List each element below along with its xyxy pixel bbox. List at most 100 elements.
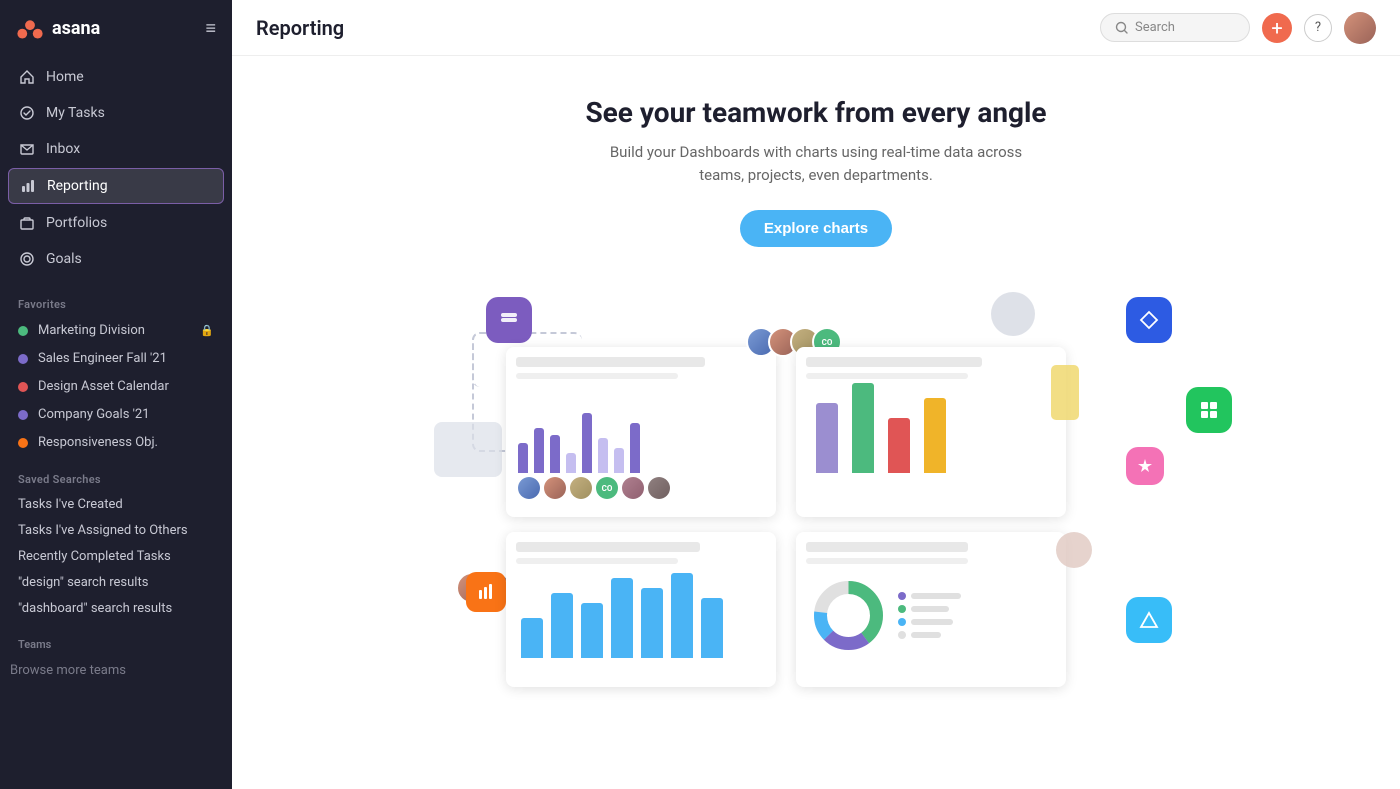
topbar: Reporting Search + ?: [232, 0, 1400, 56]
card3-header: [516, 542, 700, 552]
hero-subtitle: Build your Dashboards with charts using …: [606, 141, 1026, 186]
bbar-6: [671, 573, 693, 658]
card2-subheader: [806, 373, 968, 379]
ghost-card: [434, 422, 502, 477]
favorite-dot: [18, 410, 28, 420]
help-button[interactable]: ?: [1304, 14, 1332, 42]
saved-search-tasks-created[interactable]: Tasks I've Created: [8, 492, 224, 517]
color-bar-chart: [796, 383, 1066, 473]
sidebar-header: asana ≡: [0, 0, 232, 56]
favorite-dot: [18, 354, 28, 364]
search-bar[interactable]: Search: [1100, 13, 1250, 42]
float-icon-green-grid: [1186, 387, 1232, 433]
hamburger-icon[interactable]: ≡: [205, 18, 216, 39]
saved-search-tasks-assigned-label: Tasks I've Assigned to Others: [18, 523, 188, 538]
mini-avatar-3: [570, 477, 592, 499]
legend-row-1: [898, 592, 961, 600]
yellow-card: [1051, 365, 1079, 420]
favorite-sales[interactable]: Sales Engineer Fall '21: [8, 345, 224, 372]
orange-icon-symbol: [476, 582, 496, 602]
bbar-3: [581, 603, 603, 658]
favorite-marketing-label: Marketing Division: [38, 323, 145, 338]
cbar-4: [924, 398, 946, 473]
card1-header: [516, 357, 705, 367]
legend-row-4: [898, 631, 961, 639]
saved-searches-list: Tasks I've Created Tasks I've Assigned t…: [0, 492, 232, 622]
legend-dot-2: [898, 605, 906, 613]
favorite-design-label: Design Asset Calendar: [38, 379, 169, 394]
main-content: Reporting Search + ? See your teamwork f…: [232, 0, 1400, 789]
sidebar-item-goals-label: Goals: [46, 251, 82, 267]
card4-subheader: [806, 558, 968, 564]
sidebar-item-inbox[interactable]: Inbox: [8, 132, 224, 166]
goals-icon: [18, 250, 36, 268]
content-area: See your teamwork from every angle Build…: [232, 56, 1400, 789]
home-icon: [18, 68, 36, 86]
ghost-avatar-tr: [991, 292, 1035, 336]
sidebar: asana ≡ Home My Tasks Inbox: [0, 0, 232, 789]
browse-more-teams[interactable]: Browse more teams: [0, 657, 232, 684]
sidebar-item-portfolios[interactable]: Portfolios: [8, 206, 224, 240]
legend-bar-3: [911, 619, 953, 625]
asana-logo[interactable]: asana: [16, 14, 100, 42]
mini-avatar-1: [518, 477, 540, 499]
donut-chart-area: [796, 568, 1066, 663]
legend-dot-3: [898, 618, 906, 626]
check-circle-icon: [18, 104, 36, 122]
donut-chart-svg: [811, 578, 886, 653]
saved-search-recently-completed-label: Recently Completed Tasks: [18, 549, 171, 564]
cbar-2: [852, 383, 874, 473]
favorite-design[interactable]: Design Asset Calendar: [8, 373, 224, 400]
add-button[interactable]: +: [1262, 13, 1292, 43]
dashboard-card-3: [506, 532, 776, 687]
bbar-4: [611, 578, 633, 658]
sidebar-item-home[interactable]: Home: [8, 60, 224, 94]
saved-search-recently-completed[interactable]: Recently Completed Tasks: [8, 544, 224, 569]
favorite-company-goals[interactable]: Company Goals '21: [8, 401, 224, 428]
sidebar-item-reporting-label: Reporting: [47, 178, 108, 194]
user-avatar[interactable]: [1344, 12, 1376, 44]
card1-avatars: CO: [506, 473, 776, 503]
bbar-7: [701, 598, 723, 658]
hero-title: See your teamwork from every angle: [585, 96, 1046, 129]
saved-search-dashboard[interactable]: "dashboard" search results: [8, 596, 224, 621]
float-icon-orange: [466, 572, 506, 612]
legend-bar-1: [911, 593, 961, 599]
sidebar-item-my-tasks[interactable]: My Tasks: [8, 96, 224, 130]
sidebar-item-goals[interactable]: Goals: [8, 242, 224, 276]
lock-icon: 🔒: [200, 324, 214, 337]
donut-legend: [898, 592, 961, 639]
dashboard-card-2: [796, 347, 1066, 517]
ghost-avatar-rb: [1056, 532, 1092, 568]
legend-row-2: [898, 605, 961, 613]
favorite-sales-label: Sales Engineer Fall '21: [38, 351, 167, 366]
float-icon-blue-diamond: [1126, 297, 1172, 343]
saved-search-design[interactable]: "design" search results: [8, 570, 224, 595]
favorites-list: Marketing Division 🔒 Sales Engineer Fall…: [0, 317, 232, 457]
asana-logo-icon: [16, 14, 44, 42]
grid-icon: [1197, 398, 1221, 422]
float-icon-purple: [486, 297, 532, 343]
asana-logo-text: asana: [52, 18, 100, 39]
search-placeholder: Search: [1135, 20, 1175, 35]
bar-chart-1: [506, 383, 776, 473]
favorite-dot: [18, 438, 28, 448]
sidebar-item-reporting[interactable]: Reporting: [8, 168, 224, 204]
legend-dot-4: [898, 631, 906, 639]
favorite-marketing[interactable]: Marketing Division 🔒: [8, 317, 224, 344]
dashboard-card-4: [796, 532, 1066, 687]
sidebar-nav: Home My Tasks Inbox Reporting: [0, 56, 232, 282]
diamond-icon: [1138, 309, 1160, 331]
cbar-3: [888, 418, 910, 473]
sidebar-item-inbox-label: Inbox: [46, 141, 80, 157]
sidebar-item-my-tasks-label: My Tasks: [46, 105, 105, 121]
explore-charts-button[interactable]: Explore charts: [740, 210, 892, 247]
cbar-1: [816, 403, 838, 473]
page-title: Reporting: [256, 16, 344, 40]
saved-search-tasks-assigned[interactable]: Tasks I've Assigned to Others: [8, 518, 224, 543]
purple-icon-symbol: [497, 308, 521, 332]
favorite-responsiveness[interactable]: Responsiveness Obj.: [8, 429, 224, 456]
legend-dot-1: [898, 592, 906, 600]
mini-avatar-6: [648, 477, 670, 499]
bbar-5: [641, 588, 663, 658]
